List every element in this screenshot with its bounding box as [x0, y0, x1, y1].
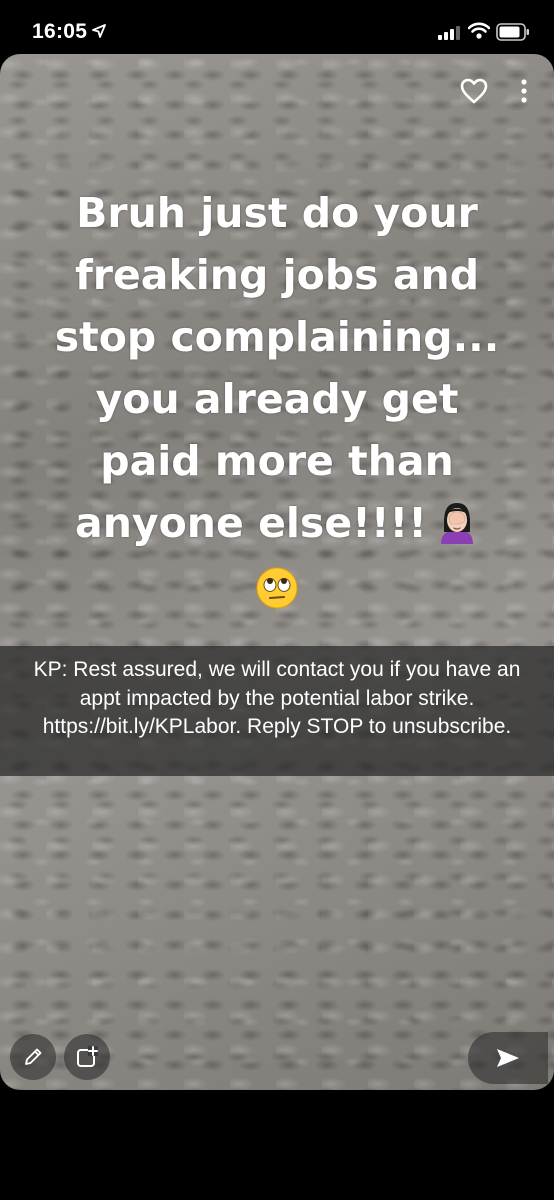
caption-line: stop complaining... [54, 313, 500, 361]
eye-roll-emoji [256, 567, 298, 609]
pencil-edit-icon [25, 1048, 42, 1065]
add-to-story-icon [77, 1046, 98, 1067]
send-arrow-icon [497, 1049, 519, 1067]
caption-line: paid more than [100, 437, 454, 485]
wifi-icon [468, 22, 490, 39]
status-time: 16:05 [32, 20, 88, 43]
more-vertical-icon[interactable] [520, 78, 528, 104]
facepalm-woman-emoji [440, 503, 473, 544]
status-bar: 16:05 [0, 0, 554, 56]
add-to-story-button[interactable] [64, 1034, 110, 1080]
location-arrow-icon [92, 24, 106, 38]
caption-line: anyone else!!!! [75, 499, 427, 547]
edit-button[interactable] [10, 1034, 56, 1080]
sms-notification-banner: KP: Rest assured, we will contact you if… [0, 646, 554, 776]
cellular-signal-icon [438, 26, 460, 40]
caption-line: Bruh just do your [76, 189, 478, 237]
battery-icon [496, 23, 529, 41]
caption-line: you already get [95, 375, 459, 423]
heart-icon[interactable] [460, 78, 488, 104]
snap-image: Bruh just do your freaking jobs and stop… [0, 54, 554, 1090]
send-button[interactable] [468, 1032, 548, 1084]
caption-line: freaking jobs and [74, 251, 480, 299]
caption-emoji-line [20, 554, 534, 616]
snap-caption: Bruh just do your freaking jobs and stop… [20, 182, 534, 616]
caption-line-with-emoji: anyone else!!!! [20, 492, 534, 554]
